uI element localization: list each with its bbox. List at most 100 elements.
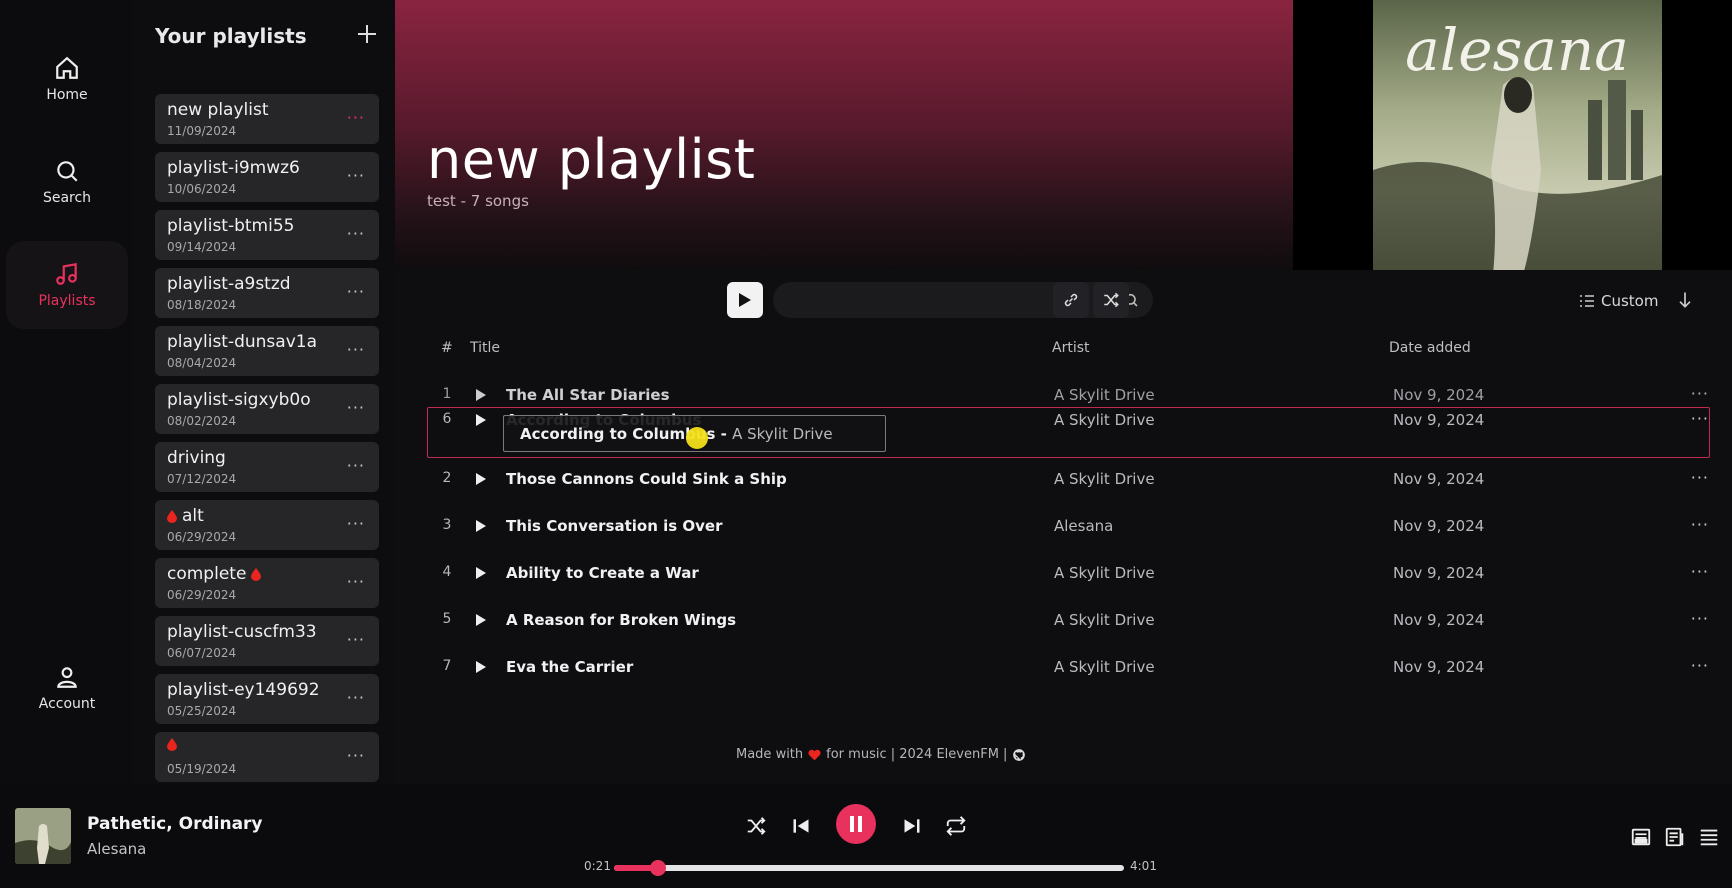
track-row[interactable]: 4 Ability to Create a War A Skylit Drive No…	[427, 554, 1709, 594]
more-options-icon[interactable]: ···	[347, 166, 365, 185]
playlist-card[interactable]: playlist-cuscfm33 06/07/2024 ···	[155, 616, 379, 666]
github-icon[interactable]	[1012, 748, 1026, 762]
track-row[interactable]: 3 This Conversation is Over Alesana Nov 9, …	[427, 507, 1709, 547]
playlist-card[interactable]: alt 06/29/2024 ···	[155, 500, 379, 550]
nav-home[interactable]: Home	[6, 35, 128, 123]
track-number: 1	[442, 386, 452, 402]
menu-icon[interactable]	[1698, 826, 1720, 848]
grab-cursor-icon	[686, 427, 708, 449]
playlist-card[interactable]: playlist-i9mwz6 10/06/2024 ···	[155, 152, 379, 202]
track-artist[interactable]: A Skylit Drive	[1054, 564, 1155, 582]
more-options-icon[interactable]: ···	[1691, 609, 1709, 628]
plus-icon[interactable]	[355, 22, 379, 46]
track-title[interactable]: Those Cannons Could Sink a Ship	[506, 470, 787, 488]
share-link-button[interactable]	[1053, 282, 1089, 318]
playlist-date: 05/19/2024	[167, 762, 237, 776]
now-playing-artist[interactable]: Alesana	[87, 840, 146, 858]
track-title[interactable]: A Reason for Broken Wings	[506, 611, 736, 629]
playlist-card[interactable]: complete 06/29/2024 ···	[155, 558, 379, 608]
more-options-icon[interactable]: ···	[347, 398, 365, 417]
drag-preview-artist: A Skylit Drive	[732, 425, 833, 443]
playlist-card[interactable]: playlist-ey149692 05/25/2024 ···	[155, 674, 379, 724]
more-options-icon[interactable]: ···	[347, 282, 365, 301]
play-icon[interactable]	[475, 388, 487, 402]
pause-button[interactable]	[836, 804, 876, 844]
track-title[interactable]: This Conversation is Over	[506, 517, 723, 535]
playlist-name: playlist-btmi55	[167, 216, 295, 236]
column-number[interactable]: #	[441, 340, 453, 356]
progress-bar[interactable]	[614, 860, 1124, 876]
lyrics-icon[interactable]	[1630, 826, 1652, 848]
more-options-icon[interactable]: ···	[347, 688, 365, 707]
playlist-card[interactable]: playlist-btmi55 09/14/2024 ···	[155, 210, 379, 260]
playlist-card[interactable]: playlist-sigxyb0o 08/02/2024 ···	[155, 384, 379, 434]
more-options-icon[interactable]: ···	[347, 108, 365, 127]
arrow-down-icon[interactable]	[1675, 290, 1695, 310]
track-date-added: Nov 9, 2024	[1393, 517, 1485, 535]
more-options-icon[interactable]: ···	[347, 340, 365, 359]
more-options-icon[interactable]: ···	[1691, 656, 1709, 675]
progress-handle[interactable]	[650, 860, 667, 876]
playlist-card[interactable]: playlist-a9stzd 08/18/2024 ···	[155, 268, 379, 318]
more-options-icon[interactable]: ···	[347, 572, 365, 591]
track-row[interactable]: 2 Those Cannons Could Sink a Ship A Skylit…	[427, 460, 1709, 500]
previous-button[interactable]	[787, 812, 815, 840]
track-title[interactable]: Ability to Create a War	[506, 564, 699, 582]
next-button[interactable]	[898, 812, 926, 840]
playlist-card[interactable]: new playlist 11/09/2024 ···	[155, 94, 379, 144]
column-title[interactable]: Title	[470, 340, 500, 356]
play-icon[interactable]	[475, 472, 487, 486]
playlist-date: 11/09/2024	[167, 124, 237, 138]
album-art-panel: alesana	[1293, 0, 1732, 275]
more-options-icon[interactable]: ···	[347, 746, 365, 765]
shuffle-playlist-button[interactable]	[1093, 282, 1129, 318]
sidebar-title: Your playlists	[155, 24, 307, 48]
more-options-icon[interactable]: ···	[1691, 562, 1709, 581]
now-playing-title[interactable]: Pathetic, Ordinary	[87, 814, 263, 834]
playlist-date: 07/12/2024	[167, 472, 237, 486]
nav-playlists[interactable]: Playlists	[6, 241, 128, 329]
playlist-card[interactable]: driving 07/12/2024 ···	[155, 442, 379, 492]
play-icon[interactable]	[475, 566, 487, 580]
play-icon[interactable]	[475, 519, 487, 533]
track-number: 2	[442, 470, 452, 486]
more-options-icon[interactable]: ···	[347, 514, 365, 533]
queue-icon[interactable]	[1664, 826, 1686, 848]
nav-search-label: Search	[42, 190, 92, 206]
more-options-icon[interactable]: ···	[347, 456, 365, 475]
shuffle-button[interactable]	[742, 812, 770, 840]
track-artist[interactable]: A Skylit Drive	[1054, 658, 1155, 676]
nav-account[interactable]: Account	[6, 644, 128, 732]
playlist-card[interactable]: playlist-dunsav1a 08/04/2024 ···	[155, 326, 379, 376]
more-options-icon[interactable]: ···	[347, 224, 365, 243]
play-icon[interactable]	[475, 660, 487, 674]
repeat-button[interactable]	[942, 812, 970, 840]
sort-selector[interactable]: Custom	[1579, 292, 1658, 310]
track-artist[interactable]: Alesana	[1054, 517, 1113, 535]
track-row[interactable]: 7 Eva the Carrier A Skylit Drive Nov 9, 202…	[427, 648, 1709, 688]
column-date-added[interactable]: Date added	[1389, 340, 1471, 356]
album-art: alesana	[1373, 0, 1662, 275]
search-icon	[57, 161, 78, 182]
playlist-card[interactable]: 05/19/2024 ···	[155, 732, 379, 782]
track-row[interactable]: 5 A Reason for Broken Wings A Skylit Drive…	[427, 601, 1709, 641]
track-artist[interactable]: A Skylit Drive	[1054, 470, 1155, 488]
playlist-date: 05/25/2024	[167, 704, 237, 718]
skip-forward-icon	[904, 819, 920, 833]
more-options-icon[interactable]: ···	[1691, 468, 1709, 487]
track-artist[interactable]: A Skylit Drive	[1054, 611, 1155, 629]
footer-credit: for music | 2024 ElevenFM |	[826, 747, 1008, 762]
play-icon[interactable]	[475, 613, 487, 627]
now-playing-art[interactable]	[15, 808, 71, 864]
play-playlist-button[interactable]	[727, 282, 763, 318]
playlist-date: 08/04/2024	[167, 356, 237, 370]
total-time: 4:01	[1130, 859, 1157, 873]
playlist-name: playlist-dunsav1a	[167, 332, 318, 352]
track-number: 5	[442, 611, 452, 627]
more-options-icon[interactable]: ···	[1691, 515, 1709, 534]
track-title[interactable]: Eva the Carrier	[506, 658, 633, 676]
column-artist[interactable]: Artist	[1052, 340, 1090, 356]
nav-playlists-label: Playlists	[38, 293, 96, 309]
more-options-icon[interactable]: ···	[347, 630, 365, 649]
nav-search[interactable]: Search	[6, 138, 128, 226]
